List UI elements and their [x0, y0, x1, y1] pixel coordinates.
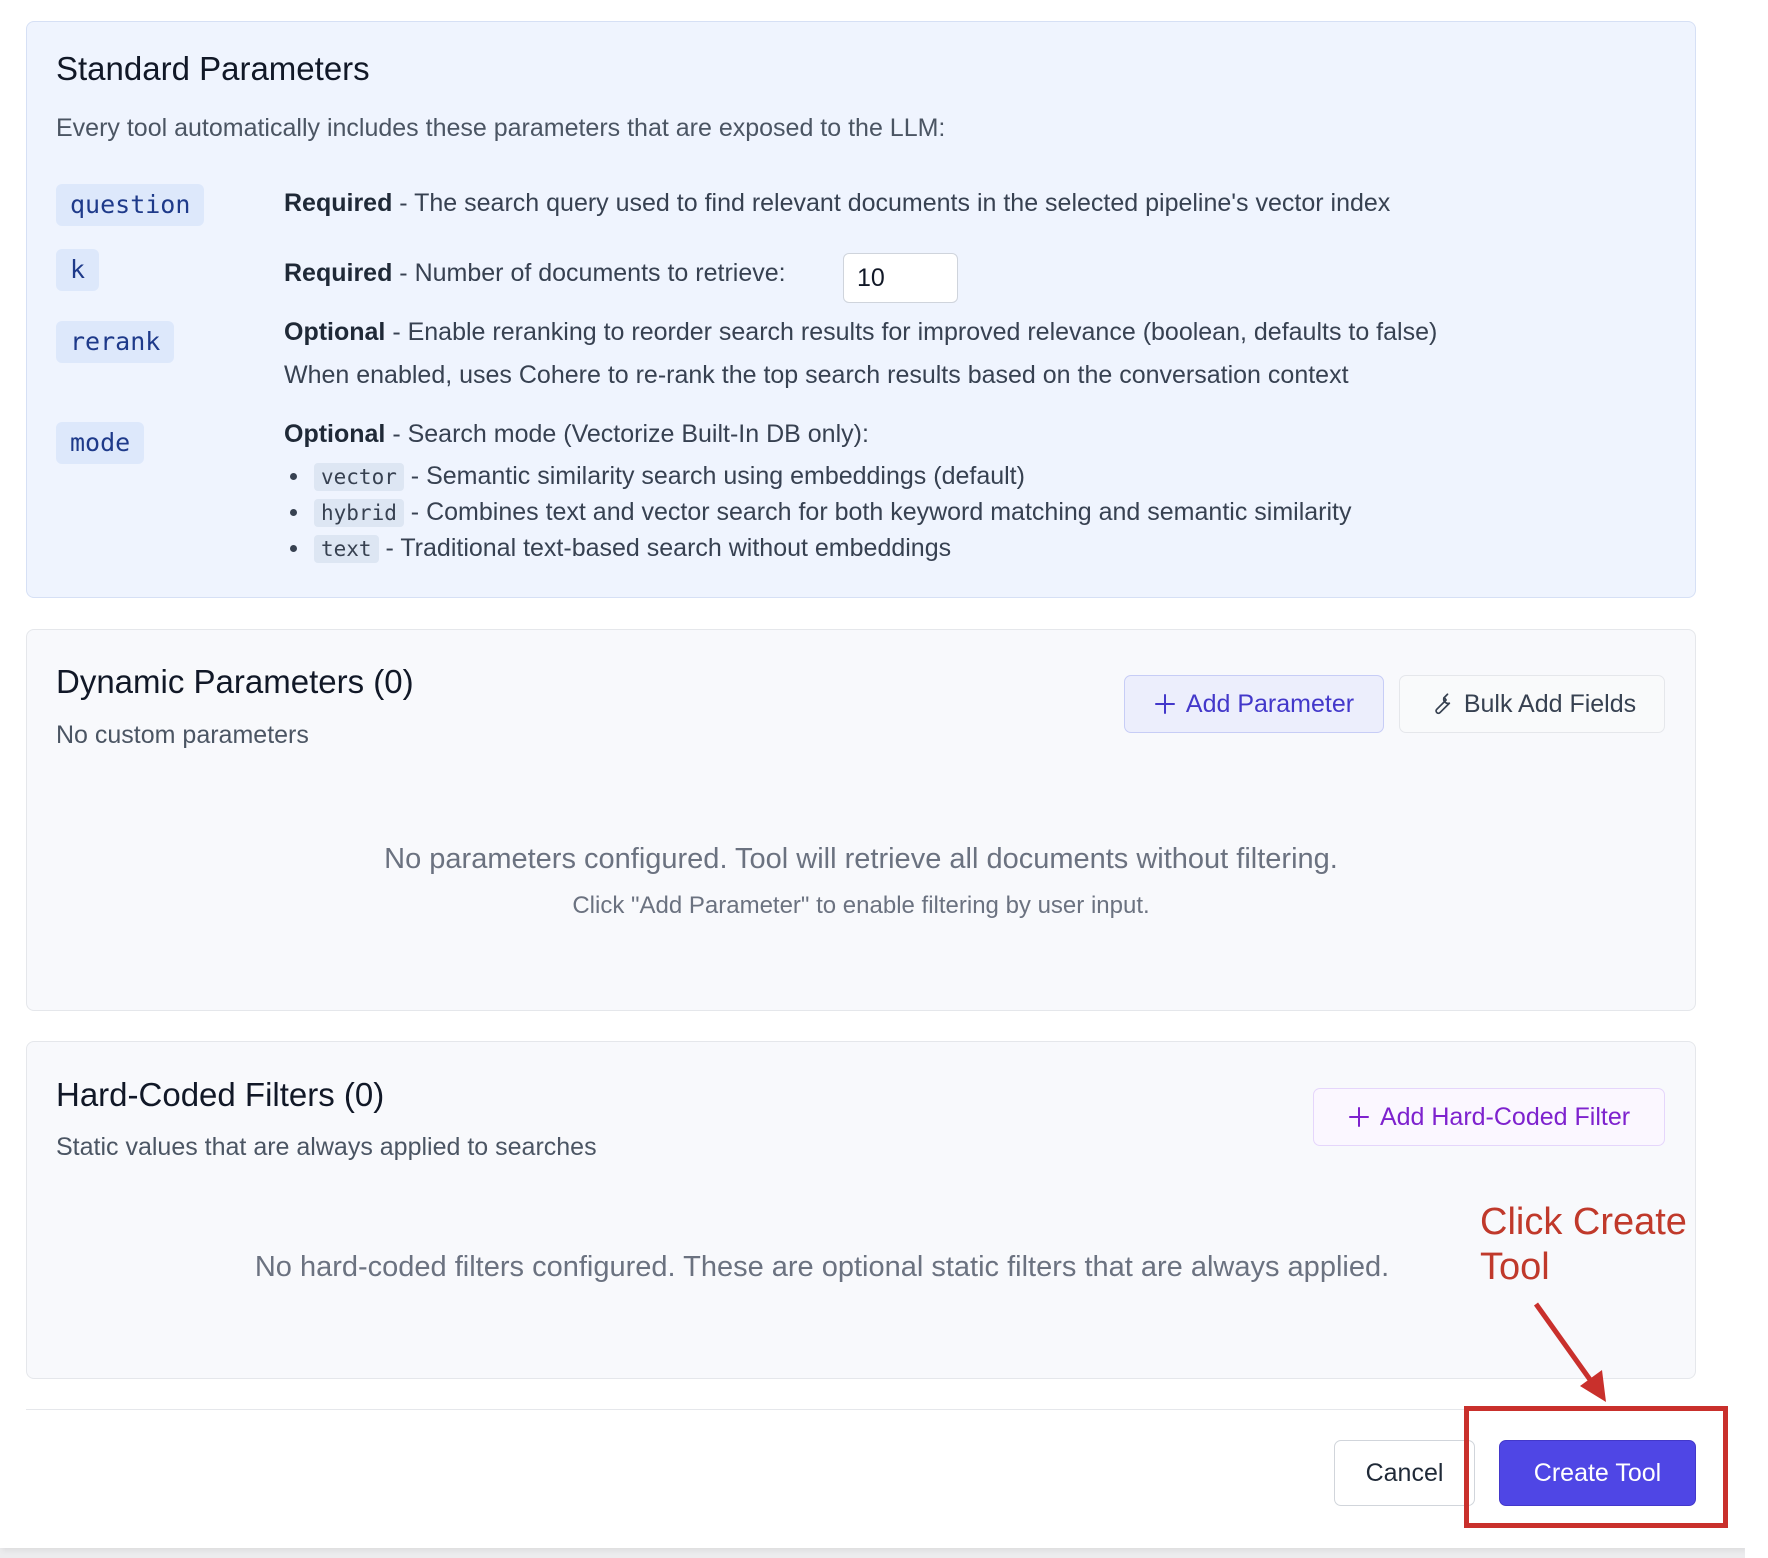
wrench-icon [1435, 693, 1451, 715]
add-parameter-label: Add Parameter [1185, 689, 1355, 718]
param-requirement: Optional [284, 318, 386, 346]
param-requirement: Optional [284, 420, 386, 448]
standard-parameters-card: Standard Parameters Every tool automatic… [26, 21, 1696, 598]
param-desc-text: - Search mode (Vectorize Built-In DB onl… [385, 420, 869, 448]
create-tool-modal: Standard Parameters Every tool automatic… [0, 0, 1745, 1548]
bullet-icon [290, 509, 297, 516]
mode-code: vector [314, 463, 404, 491]
cancel-button[interactable]: Cancel [1334, 1440, 1475, 1506]
dynamic-empty-message: No parameters configured. Tool will retr… [384, 843, 1338, 875]
dynamic-parameters-subtitle: No custom parameters [56, 721, 309, 749]
hard-coded-filters-card: Hard-Coded Filters (0) Static values tha… [26, 1041, 1696, 1379]
bullet-icon [290, 473, 297, 480]
bullet-icon [290, 545, 297, 552]
list-item: text - Traditional text-based search wit… [284, 530, 1351, 566]
param-chip: rerank [56, 321, 175, 363]
param-chip: k [56, 249, 100, 291]
list-item: vector - Semantic similarity search usin… [284, 458, 1351, 494]
list-item: hybrid - Combines text and vector search… [284, 494, 1351, 530]
annotation-arrow-icon [1533, 1302, 1606, 1402]
mode-desc: - Combines text and vector search for bo… [403, 498, 1352, 526]
param-description: Optional - Search mode (Vectorize Built-… [284, 417, 869, 451]
param-description: Required - The search query used to find… [284, 186, 1390, 220]
k-value-input[interactable]: 10 [843, 253, 958, 303]
mode-desc: - Semantic similarity search using embed… [403, 462, 1025, 490]
footer-divider [26, 1409, 1696, 1410]
mode-code: text [314, 535, 379, 563]
param-requirement: Required [284, 259, 393, 287]
param-note: When enabled, uses Cohere to re-rank the… [284, 361, 1349, 389]
param-desc-text: - Enable reranking to reorder search res… [385, 318, 1438, 346]
bulk-add-fields-label: Bulk Add Fields [1463, 689, 1637, 718]
annotation-callout-text: Click Create Tool [1480, 1201, 1687, 1288]
param-description: Required - Number of documents to retrie… [284, 256, 786, 290]
hard-coded-filters-title: Hard-Coded Filters (0) [56, 1076, 385, 1113]
plus-icon [1348, 1107, 1369, 1127]
param-desc-text: - The search query used to find relevant… [392, 189, 1391, 217]
bulk-add-fields-button[interactable]: Bulk Add Fields [1399, 675, 1665, 733]
scrollbar-track[interactable] [1745, 0, 1768, 1558]
standard-parameters-intro: Every tool automatically includes these … [56, 114, 946, 142]
annotation-highlight-box [1464, 1406, 1728, 1528]
add-hard-coded-filter-label: Add Hard-Coded Filter [1379, 1102, 1631, 1131]
param-desc-text: - Number of documents to retrieve: [392, 259, 786, 287]
dynamic-parameters-title: Dynamic Parameters (0) [56, 663, 414, 700]
plus-icon [1154, 694, 1175, 714]
mode-code: hybrid [314, 499, 404, 527]
dynamic-empty-hint: Click "Add Parameter" to enable filterin… [572, 892, 1150, 919]
add-hard-coded-filter-button[interactable]: Add Hard-Coded Filter [1313, 1088, 1665, 1146]
param-description: Optional - Enable reranking to reorder s… [284, 315, 1437, 349]
add-parameter-button[interactable]: Add Parameter [1124, 675, 1384, 733]
hard-coded-filters-subtitle: Static values that are always applied to… [56, 1133, 597, 1161]
mode-options-list: vector - Semantic similarity search usin… [284, 458, 1351, 566]
param-requirement: Required [284, 189, 393, 217]
param-chip: question [56, 184, 205, 226]
param-chip: mode [56, 422, 145, 464]
dynamic-parameters-card: Dynamic Parameters (0) No custom paramet… [26, 629, 1696, 1011]
hard-coded-empty-message: No hard-coded filters configured. These … [254, 1251, 1390, 1283]
mode-desc: - Traditional text-based search without … [378, 534, 952, 562]
standard-parameters-title: Standard Parameters [56, 50, 370, 87]
